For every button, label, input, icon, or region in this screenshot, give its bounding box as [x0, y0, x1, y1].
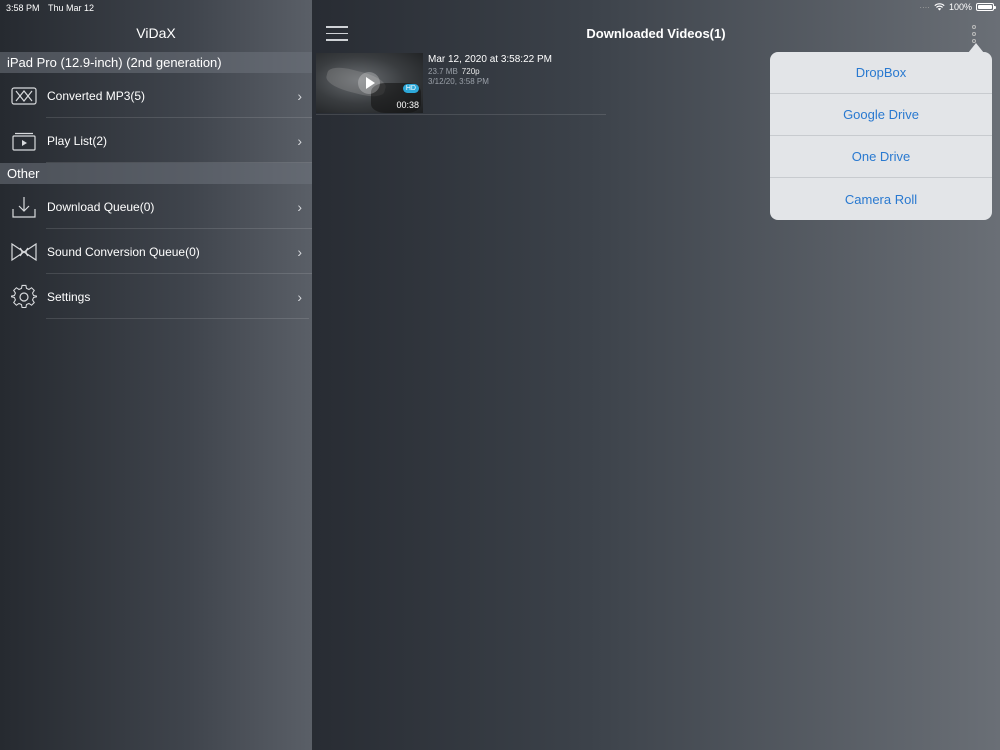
signal-icon: ····: [919, 2, 930, 12]
video-title: Mar 12, 2020 at 3:58:22 PM: [428, 54, 552, 65]
divider: [46, 318, 309, 319]
sidebar-item-settings[interactable]: Settings ›: [0, 274, 312, 319]
video-info: Mar 12, 2020 at 3:58:22 PM 23.7 MB 720p 3…: [428, 54, 552, 86]
gear-icon: [11, 284, 37, 310]
section-header-device: iPad Pro (12.9-inch) (2nd generation): [0, 52, 312, 73]
more-options-icon[interactable]: [970, 25, 978, 43]
popover-item-google-drive[interactable]: Google Drive: [770, 94, 992, 136]
status-right: ···· 100%: [919, 2, 996, 12]
section-header-other: Other: [0, 163, 312, 184]
status-bar: 3:58 PM Thu Mar 12 ···· 100%: [0, 0, 1000, 16]
status-time: 3:58 PM: [6, 3, 40, 13]
video-resolution: 720p: [461, 67, 480, 76]
video-thumbnail[interactable]: HD 00:38: [316, 53, 423, 113]
wifi-icon: [934, 3, 945, 11]
download-icon: [11, 194, 37, 220]
sidebar-item-converted-mp3[interactable]: Converted MP3(5) ›: [0, 73, 312, 118]
sidebar-item-label: Settings: [47, 289, 91, 304]
video-size: 23.7 MB: [428, 67, 458, 76]
video-date: 3/12/20, 3:58 PM: [428, 77, 489, 86]
chevron-right-icon: ›: [297, 198, 302, 215]
chevron-right-icon: ›: [297, 132, 302, 149]
chevron-right-icon: ›: [297, 87, 302, 104]
play-icon[interactable]: [358, 72, 380, 94]
sidebar-item-label: Converted MP3(5): [47, 88, 146, 103]
hd-badge: HD: [402, 84, 419, 93]
video-duration: 00:38: [396, 100, 419, 110]
battery-percent: 100%: [948, 2, 972, 12]
top-bar: Downloaded Videos(1): [312, 16, 1000, 51]
popover-item-one-drive[interactable]: One Drive: [770, 136, 992, 178]
sidebar: ViDaX iPad Pro (12.9-inch) (2nd generati…: [0, 0, 312, 750]
chevron-right-icon: ›: [297, 243, 302, 260]
sidebar-item-label: Download Queue(0): [47, 199, 155, 214]
page-title: Downloaded Videos(1): [586, 26, 726, 41]
sidebar-item-playlist[interactable]: Play List(2) ›: [0, 118, 312, 163]
sidebar-item-label: Play List(2): [47, 133, 108, 148]
status-date: Thu Mar 12: [48, 3, 95, 13]
sidebar-item-label: Sound Conversion Queue(0): [47, 244, 200, 259]
battery-icon: [976, 3, 996, 11]
music-conversion-icon: [11, 83, 37, 109]
sidebar-item-download-queue[interactable]: Download Queue(0) ›: [0, 184, 312, 229]
popover-item-camera-roll[interactable]: Camera Roll: [770, 178, 992, 220]
video-list-item[interactable]: HD 00:38 Mar 12, 2020 at 3:58:22 PM 23.7…: [316, 53, 606, 115]
divider: [46, 162, 312, 163]
sound-conversion-icon: [11, 239, 37, 265]
playlist-icon: [11, 128, 37, 154]
sidebar-item-sound-conversion-queue[interactable]: Sound Conversion Queue(0) ›: [0, 229, 312, 274]
popover-item-dropbox[interactable]: DropBox: [770, 52, 992, 94]
share-popover: DropBox Google Drive One Drive Camera Ro…: [770, 43, 992, 220]
video-meta: 23.7 MB 720p: [428, 67, 552, 76]
chevron-right-icon: ›: [297, 288, 302, 305]
